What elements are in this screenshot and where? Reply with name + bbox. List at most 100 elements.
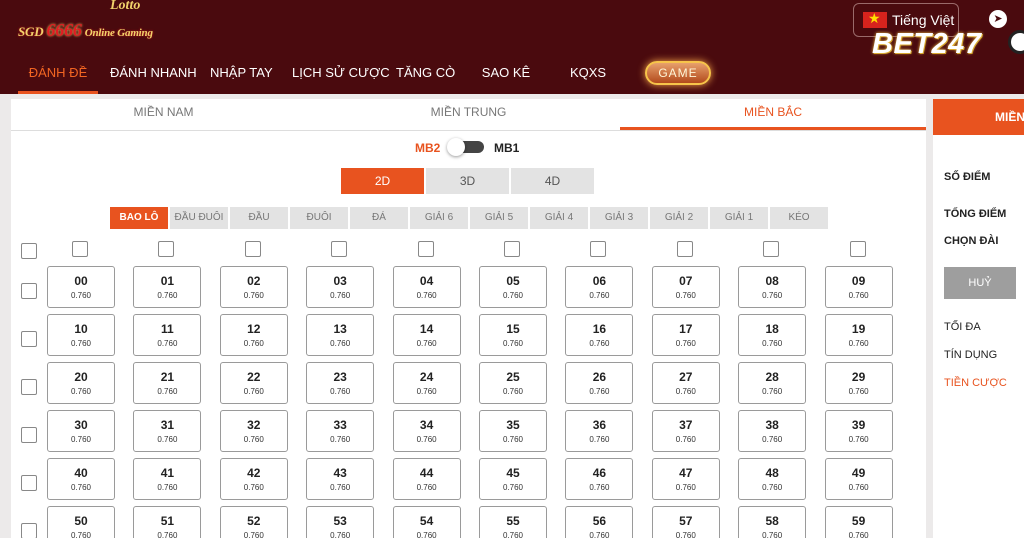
number-cell[interactable]: 35 0.760 — [479, 410, 547, 452]
number-cell[interactable]: 26 0.760 — [565, 362, 634, 404]
number-cell[interactable]: 01 0.760 — [133, 266, 202, 308]
number-cell[interactable]: 16 0.760 — [565, 314, 634, 356]
number-cell[interactable]: 49 0.760 — [824, 458, 893, 500]
number-cell[interactable]: 11 0.760 — [133, 314, 202, 356]
number-cell[interactable]: 53 0.760 — [306, 506, 375, 538]
mb2-label[interactable]: MB2 — [415, 141, 440, 155]
number-cell[interactable]: 31 0.760 — [133, 410, 202, 452]
number-cell[interactable]: 38 0.760 — [738, 410, 807, 452]
number-cell[interactable]: 30 0.760 — [47, 410, 115, 452]
nav-item-danh-nhanh[interactable]: ĐÁNH NHANH — [110, 58, 197, 94]
nav-item-nhap-tay[interactable]: NHẬP TAY — [210, 58, 273, 94]
number-cell[interactable]: 56 0.760 — [565, 506, 634, 538]
number-cell[interactable]: 36 0.760 — [565, 410, 634, 452]
bet-type-da[interactable]: ĐÁ — [350, 207, 408, 229]
bet-type-giai-5[interactable]: GIẢI 5 — [470, 207, 528, 229]
mb-toggle-switch[interactable] — [447, 138, 484, 156]
number-cell[interactable]: 25 0.760 — [479, 362, 547, 404]
row-checkbox[interactable] — [21, 331, 37, 347]
region-tab-mien-trung[interactable]: MIỀN TRUNG — [316, 105, 621, 119]
nav-item-tang-co[interactable]: TĂNG CÒ — [396, 58, 455, 94]
bet-type-giai-4[interactable]: GIẢI 4 — [530, 207, 588, 229]
bet-type-giai-2[interactable]: GIẢI 2 — [650, 207, 708, 229]
number-cell[interactable]: 10 0.760 — [47, 314, 115, 356]
row-checkbox[interactable] — [21, 427, 37, 443]
number-cell[interactable]: 59 0.760 — [824, 506, 893, 538]
column-checkbox[interactable] — [763, 241, 780, 257]
telegram-icon[interactable]: ➤ — [989, 10, 1007, 28]
number-cell[interactable]: 12 0.760 — [219, 314, 288, 356]
bet-type-giai-6[interactable]: GIẢI 6 — [410, 207, 468, 229]
number-cell[interactable]: 34 0.760 — [392, 410, 461, 452]
number-cell[interactable]: 58 0.760 — [738, 506, 807, 538]
lotto-logo[interactable]: Lotto SGD 6666 Online Gaming — [18, 0, 208, 44]
number-cell[interactable]: 46 0.760 — [565, 458, 634, 500]
row-checkbox[interactable] — [21, 283, 37, 299]
region-tab-mien-nam[interactable]: MIỀN NAM — [11, 105, 316, 119]
number-cell[interactable]: 17 0.760 — [651, 314, 720, 356]
column-checkbox[interactable] — [158, 241, 175, 257]
column-checkbox[interactable] — [849, 241, 866, 257]
number-cell[interactable]: 03 0.760 — [306, 266, 375, 308]
number-cell[interactable]: 45 0.760 — [479, 458, 547, 500]
number-cell[interactable]: 48 0.760 — [738, 458, 807, 500]
digit-tab-3d[interactable]: 3D — [426, 168, 509, 194]
number-cell[interactable]: 18 0.760 — [738, 314, 807, 356]
number-cell[interactable]: 51 0.760 — [133, 506, 202, 538]
column-checkbox[interactable] — [244, 241, 261, 257]
column-checkbox[interactable] — [417, 241, 434, 257]
select-all-checkbox[interactable] — [21, 243, 37, 259]
bet-type-giai-3[interactable]: GIẢI 3 — [590, 207, 648, 229]
number-cell[interactable]: 13 0.760 — [306, 314, 375, 356]
nav-item-lich-su-cuoc[interactable]: LỊCH SỬ CƯỢC — [292, 58, 390, 94]
number-cell[interactable]: 40 0.760 — [47, 458, 115, 500]
number-cell[interactable]: 24 0.760 — [392, 362, 461, 404]
number-cell[interactable]: 20 0.760 — [47, 362, 115, 404]
nav-item-sao-ke[interactable]: SAO KÊ — [480, 58, 532, 94]
number-cell[interactable]: 22 0.760 — [219, 362, 288, 404]
number-cell[interactable]: 00 0.760 — [47, 266, 115, 308]
digit-tab-2d[interactable]: 2D — [341, 168, 424, 194]
number-cell[interactable]: 02 0.760 — [219, 266, 288, 308]
bet-type-bao-lo[interactable]: BAO LÔ — [110, 207, 168, 229]
number-cell[interactable]: 52 0.760 — [219, 506, 288, 538]
number-cell[interactable]: 23 0.760 — [306, 362, 375, 404]
number-cell[interactable]: 05 0.760 — [479, 266, 547, 308]
column-checkbox[interactable] — [331, 241, 348, 257]
bet-type-dau[interactable]: ĐẦU — [230, 207, 288, 229]
number-cell[interactable]: 57 0.760 — [651, 506, 720, 538]
number-cell[interactable]: 29 0.760 — [824, 362, 893, 404]
number-cell[interactable]: 55 0.760 — [479, 506, 547, 538]
nav-item-danh-de[interactable]: ĐÁNH ĐỀ — [18, 58, 98, 94]
number-cell[interactable]: 43 0.760 — [306, 458, 375, 500]
number-cell[interactable]: 39 0.760 — [824, 410, 893, 452]
row-checkbox[interactable] — [21, 523, 37, 538]
number-cell[interactable]: 21 0.760 — [133, 362, 202, 404]
row-checkbox[interactable] — [21, 379, 37, 395]
bet-type-keo[interactable]: KÉO — [770, 207, 828, 229]
cancel-button[interactable]: HUỶ — [944, 267, 1016, 299]
number-cell[interactable]: 06 0.760 — [565, 266, 634, 308]
mb1-label[interactable]: MB1 — [494, 141, 519, 155]
nav-item-kqxs[interactable]: KQXS — [562, 58, 614, 94]
number-cell[interactable]: 50 0.760 — [47, 506, 115, 538]
number-cell[interactable]: 28 0.760 — [738, 362, 807, 404]
column-checkbox[interactable] — [590, 241, 607, 257]
column-checkbox[interactable] — [676, 241, 693, 257]
game-button[interactable]: GAME — [645, 61, 711, 85]
number-cell[interactable]: 08 0.760 — [738, 266, 807, 308]
number-cell[interactable]: 33 0.760 — [306, 410, 375, 452]
number-cell[interactable]: 04 0.760 — [392, 266, 461, 308]
number-cell[interactable]: 27 0.760 — [651, 362, 720, 404]
column-checkbox[interactable] — [504, 241, 520, 257]
number-cell[interactable]: 15 0.760 — [479, 314, 547, 356]
number-cell[interactable]: 42 0.760 — [219, 458, 288, 500]
bet-type-dau-duoi[interactable]: ĐẦU ĐUÔI — [170, 207, 228, 229]
number-cell[interactable]: 41 0.760 — [133, 458, 202, 500]
number-cell[interactable]: 32 0.760 — [219, 410, 288, 452]
number-cell[interactable]: 44 0.760 — [392, 458, 461, 500]
row-checkbox[interactable] — [21, 475, 37, 491]
column-checkbox[interactable] — [72, 241, 88, 257]
number-cell[interactable]: 37 0.760 — [651, 410, 720, 452]
number-cell[interactable]: 47 0.760 — [651, 458, 720, 500]
